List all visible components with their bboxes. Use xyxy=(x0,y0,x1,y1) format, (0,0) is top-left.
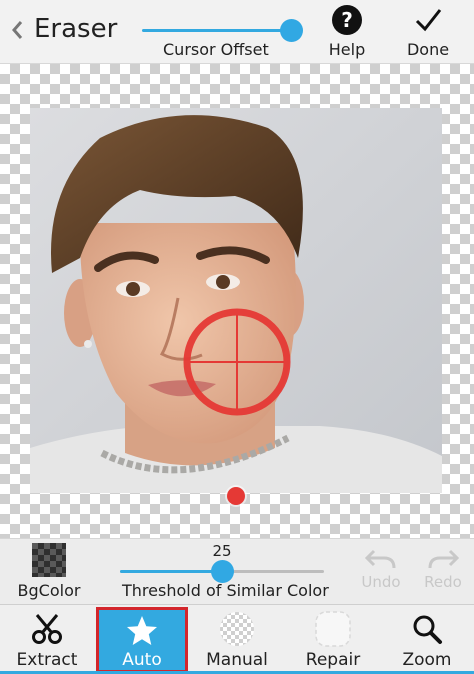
tool-auto[interactable]: Auto xyxy=(96,607,188,673)
bgcolor-button[interactable]: BgColor xyxy=(10,543,88,603)
transparent-brush-icon xyxy=(220,612,254,646)
threshold-value: 25 xyxy=(212,542,232,560)
portrait-image xyxy=(30,108,442,493)
bottom-toolbar: Extract Auto Manual Repair Zoom xyxy=(0,604,474,674)
page-title: Eraser xyxy=(34,14,118,44)
undo-label: Undo xyxy=(361,573,401,591)
threshold-label: Threshold of Similar Color xyxy=(122,581,329,600)
redo-icon xyxy=(428,549,460,569)
help-button[interactable]: ? Help xyxy=(320,4,374,62)
eraser-cursor-ring[interactable] xyxy=(182,307,292,417)
undo-icon xyxy=(364,549,396,569)
tool-repair-label: Repair xyxy=(305,650,361,670)
magnifier-icon xyxy=(413,615,442,644)
scissors-icon xyxy=(32,614,62,644)
star-icon xyxy=(127,616,157,645)
back-button[interactable] xyxy=(6,14,28,46)
threshold-fill xyxy=(120,570,222,573)
threshold-thumb[interactable] xyxy=(211,560,234,583)
svg-text:?: ? xyxy=(341,8,353,32)
top-bar: Eraser Cursor Offset ? Help Done xyxy=(0,0,474,64)
done-label: Done xyxy=(406,40,450,59)
bgcolor-label: BgColor xyxy=(17,581,81,600)
help-label: Help xyxy=(328,40,366,59)
help-icon: ? xyxy=(332,5,362,35)
repair-brush-icon xyxy=(315,611,351,647)
tool-auto-label: Auto xyxy=(122,650,162,670)
tool-zoom-label: Zoom xyxy=(402,650,452,670)
chevron-left-icon xyxy=(12,21,23,39)
tool-manual-label: Manual xyxy=(206,650,268,670)
checkmark-icon xyxy=(415,9,442,32)
tool-manual[interactable]: Manual xyxy=(190,605,284,671)
photo xyxy=(30,108,442,493)
cursor-offset-thumb[interactable] xyxy=(280,19,303,42)
redo-label: Redo xyxy=(424,573,462,591)
tool-extract-label: Extract xyxy=(16,650,78,670)
checkerboard-icon xyxy=(32,543,66,577)
undo-button[interactable]: Undo xyxy=(356,547,406,603)
tool-repair[interactable]: Repair xyxy=(286,605,380,671)
done-button[interactable]: Done xyxy=(398,4,458,62)
editing-canvas[interactable] xyxy=(0,64,474,538)
tool-extract[interactable]: Extract xyxy=(0,605,94,671)
cursor-offset-label: Cursor Offset xyxy=(163,40,269,59)
redo-button[interactable]: Redo xyxy=(418,547,468,603)
cursor-offset-track xyxy=(142,29,292,32)
threshold-bar: BgColor 25 Threshold of Similar Color Un… xyxy=(0,538,474,604)
touch-point-dot[interactable] xyxy=(227,487,245,505)
tool-zoom[interactable]: Zoom xyxy=(380,605,474,671)
